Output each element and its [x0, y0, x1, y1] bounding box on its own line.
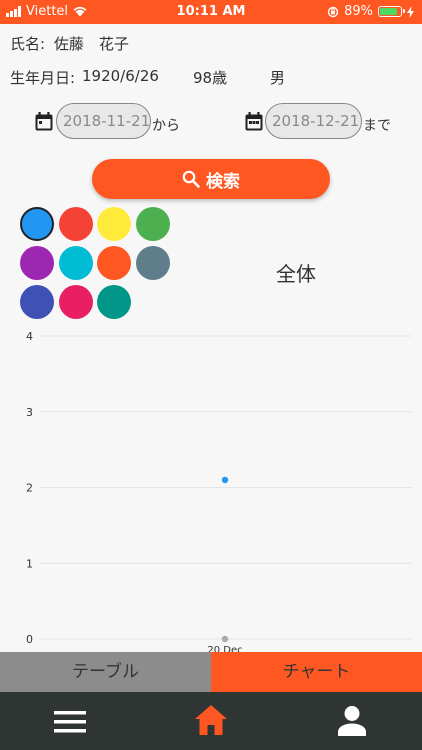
date-range: 2018-11-21 から 2018-12-21 まで [0, 103, 422, 141]
tab-table[interactable]: テーブル [0, 652, 211, 692]
color-swatch[interactable] [20, 207, 54, 241]
status-right: 89% [327, 4, 414, 19]
from-suffix: から [152, 118, 180, 134]
person-icon[interactable] [337, 705, 367, 737]
search-icon [182, 170, 200, 188]
color-swatch[interactable] [58, 207, 93, 241]
patient-age: 98歳 [193, 69, 228, 87]
color-swatch[interactable] [58, 285, 93, 319]
search-button[interactable]: 検索 [92, 159, 330, 199]
patient-gender: 男 [270, 69, 286, 87]
y-tick-label: 2 [26, 482, 33, 495]
to-suffix: まで [363, 118, 391, 134]
calendar-icon[interactable] [245, 112, 263, 131]
chart-title: 全体 [276, 262, 316, 286]
patient-name: 佐藤 花子 [53, 35, 129, 53]
patient-name-row: 氏名: 佐藤 花子 [10, 33, 129, 54]
y-tick-label: 4 [26, 330, 33, 343]
from-date-field[interactable]: 2018-11-21 [56, 103, 151, 139]
calendar-icon[interactable] [35, 112, 53, 131]
to-date-field[interactable]: 2018-12-21 [265, 103, 362, 139]
battery-percent: 89% [344, 4, 373, 19]
battery-icon [378, 6, 405, 17]
y-tick-label: 0 [26, 633, 33, 646]
data-point [221, 476, 229, 484]
color-swatch[interactable] [20, 285, 54, 319]
search-button-label: 検索 [206, 171, 240, 192]
tab-chart[interactable]: チャート [211, 652, 422, 692]
bottom-nav [0, 692, 422, 750]
charging-icon [407, 5, 414, 18]
view-tabs: テーブル チャート [0, 652, 422, 692]
birth-date: 1920/6/26 [82, 67, 159, 85]
color-swatch[interactable] [135, 207, 170, 241]
status-bar: Viettel 10:11 AM 89% [0, 0, 422, 24]
birth-label: 生年月日: [10, 69, 76, 87]
y-tick-label: 1 [26, 557, 33, 570]
data-point [221, 635, 229, 643]
chart-area: 0 1 2 3 4 20 Dec [26, 330, 412, 652]
home-icon[interactable] [194, 704, 228, 736]
x-tick-label: 20 Dec [207, 645, 242, 652]
color-swatch[interactable] [97, 285, 131, 319]
color-swatch[interactable] [97, 207, 131, 241]
menu-icon[interactable] [54, 710, 86, 734]
y-tick-label: 3 [26, 406, 33, 419]
name-label: 氏名: [10, 35, 46, 53]
rotation-lock-icon [327, 6, 339, 17]
